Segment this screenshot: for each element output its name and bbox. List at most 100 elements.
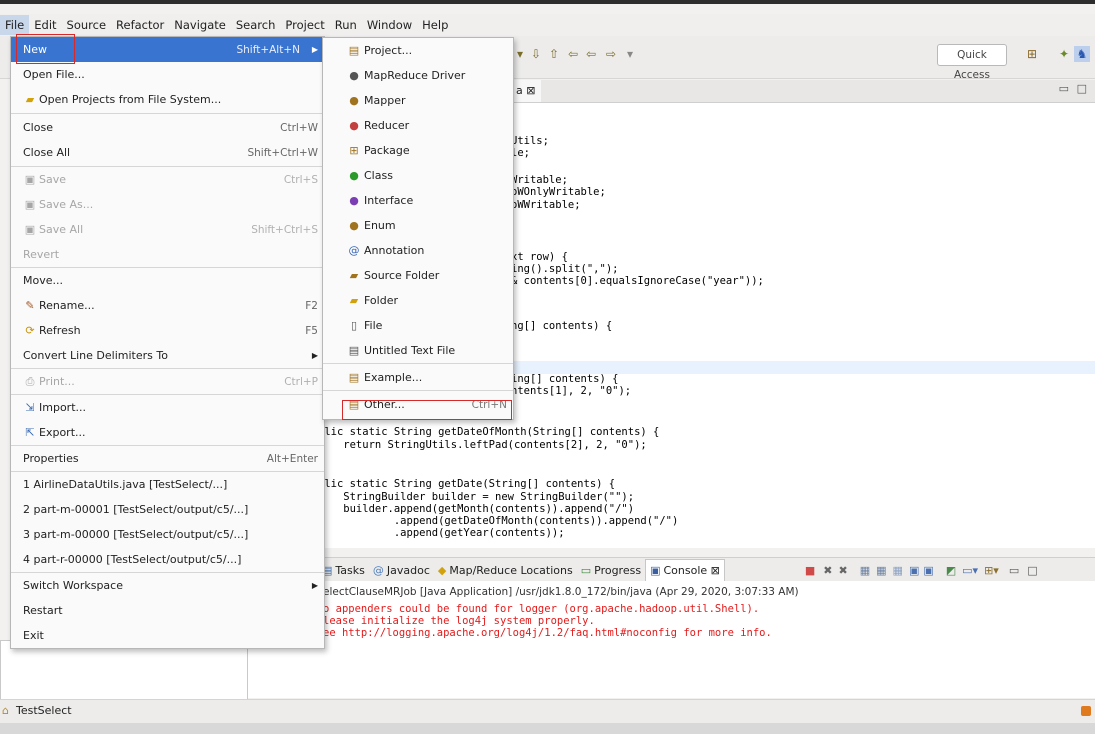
menu-run[interactable]: Run: [330, 15, 362, 35]
tab-tasks[interactable]: ▤ Tasks: [318, 559, 369, 581]
file-menu-properties[interactable]: Properties Alt+Enter: [11, 446, 324, 471]
clear-console-icon[interactable]: ▦: [860, 564, 870, 577]
code-line: Utils;: [511, 135, 549, 147]
file-menu-close[interactable]: Close Ctrl+W: [11, 115, 324, 140]
open-console-icon[interactable]: ⊞▾: [984, 564, 999, 577]
new-untitled-text-file[interactable]: ▤ Untitled Text File: [323, 338, 513, 363]
minimize-icon[interactable]: ▭: [1009, 564, 1019, 577]
new-project[interactable]: ▤ Project...: [323, 38, 513, 63]
new-folder[interactable]: ▰ Folder: [323, 288, 513, 313]
word-wrap-icon[interactable]: ▦: [893, 564, 903, 577]
open-perspective-icon[interactable]: ⊞: [1024, 46, 1040, 62]
menu-item-shortcut: Ctrl+W: [280, 121, 318, 134]
display-console-icon[interactable]: ▭▾: [962, 564, 978, 577]
project-icon: ⌂: [2, 704, 9, 717]
file-menu-restart[interactable]: Restart: [11, 598, 324, 623]
maximize-icon[interactable]: □: [1077, 82, 1087, 95]
quick-access-input[interactable]: Quick Access: [937, 44, 1007, 81]
taskbar: [0, 723, 1095, 734]
file-menu-open-projects[interactable]: ▰ Open Projects from File System...: [11, 87, 324, 112]
menu-item-shortcut: Ctrl+S: [283, 173, 318, 186]
remove-launch-icon[interactable]: ✖: [823, 564, 832, 577]
show-stderr-icon[interactable]: ▣: [923, 564, 933, 577]
tab-javadoc[interactable]: @ Javadoc: [369, 559, 434, 581]
editor-tab[interactable]: a ⊠: [510, 80, 542, 102]
menu-item-label: Move...: [23, 274, 63, 287]
forward-icon[interactable]: ⇨: [603, 46, 619, 62]
file-menu-save-all[interactable]: ▣ Save All Shift+Ctrl+S: [11, 217, 324, 242]
reducer-icon: ●: [349, 119, 359, 132]
menu-navigate[interactable]: Navigate: [169, 15, 231, 35]
folder-icon: ▰: [25, 93, 35, 106]
tab-console[interactable]: ▣ Console ⊠: [645, 558, 725, 582]
back-icon[interactable]: ⇦: [565, 46, 581, 62]
forward-back-icon[interactable]: ⇦: [583, 46, 599, 62]
dropdown-arrow-icon[interactable]: ▾: [622, 46, 638, 62]
file-menu-save-as[interactable]: ▣ Save As...: [11, 192, 324, 217]
recent-file-4[interactable]: 4 part-r-00000 [TestSelect/output/c5/...…: [11, 547, 324, 572]
menu-help[interactable]: Help: [417, 15, 453, 35]
menu-item-label: 4 part-r-00000 [TestSelect/output/c5/...…: [23, 553, 242, 566]
file-menu-save[interactable]: ▣ Save Ctrl+S: [11, 167, 324, 192]
file-menu-refresh[interactable]: ⟳ Refresh F5: [11, 318, 324, 343]
new-interface[interactable]: ● Interface: [323, 188, 513, 213]
menu-item-label: Mapper: [364, 94, 406, 107]
menu-refactor[interactable]: Refactor: [111, 15, 169, 35]
console-output[interactable]: electClauseMRJob [Java Application] /usr…: [247, 581, 1095, 698]
file-menu-move[interactable]: Move...: [11, 268, 324, 293]
java-perspective-icon[interactable]: ✦: [1056, 46, 1072, 62]
menu-source[interactable]: Source: [62, 15, 112, 35]
new-mapreduce-driver[interactable]: ● MapReduce Driver: [323, 63, 513, 88]
new-annotation[interactable]: @ Annotation: [323, 238, 513, 263]
recent-file-2[interactable]: 2 part-m-00001 [TestSelect/output/c5/...…: [11, 497, 324, 522]
new-mapper[interactable]: ● Mapper: [323, 88, 513, 113]
menu-project[interactable]: Project: [280, 15, 329, 35]
menu-item-label: Package: [364, 144, 410, 157]
scroll-lock-icon[interactable]: ▦: [876, 564, 886, 577]
file-menu-switch-workspace[interactable]: Switch Workspace ▶: [11, 573, 324, 598]
new-file[interactable]: ▯ File: [323, 313, 513, 338]
file-menu-revert[interactable]: Revert: [11, 242, 324, 267]
remove-all-icon[interactable]: ✖: [839, 564, 848, 577]
new-enum[interactable]: ● Enum: [323, 213, 513, 238]
new-source-folder[interactable]: ▰ Source Folder: [323, 263, 513, 288]
pin-console-icon[interactable]: ◩: [946, 564, 956, 577]
terminate-icon[interactable]: ■: [805, 564, 815, 577]
minimize-icon[interactable]: ▭: [1059, 82, 1069, 95]
new-example[interactable]: ▤ Example...: [323, 365, 513, 390]
menu-item-label: Properties: [23, 452, 79, 465]
menu-file[interactable]: File: [0, 15, 30, 35]
tab-mapreduce-locations[interactable]: ◆ Map/Reduce Locations: [434, 559, 577, 581]
file-menu-import[interactable]: ⇲ Import...: [11, 395, 324, 420]
new-package[interactable]: ⊞ Package: [323, 138, 513, 163]
mapreduce-perspective-icon[interactable]: ♞: [1074, 46, 1090, 62]
recent-file-1[interactable]: 1 AirlineDataUtils.java [TestSelect/...]: [11, 472, 324, 497]
file-menu-export[interactable]: ⇱ Export...: [11, 420, 324, 445]
show-stdout-icon[interactable]: ▣: [909, 564, 919, 577]
file-menu-print[interactable]: ⎙ Print... Ctrl+P: [11, 369, 324, 394]
code-line: .append(getYear(contents));: [318, 527, 565, 539]
file-menu-open-file[interactable]: Open File...: [11, 62, 324, 87]
menu-window[interactable]: Window: [362, 15, 417, 35]
enum-icon: ●: [349, 219, 359, 232]
dropdown-arrow-icon[interactable]: ▾: [512, 46, 528, 62]
menu-item-label: Convert Line Delimiters To: [23, 349, 168, 362]
prev-annotation-icon[interactable]: ⇧: [546, 46, 562, 62]
file-menu-close-all[interactable]: Close All Shift+Ctrl+W: [11, 140, 324, 165]
file-menu-rename[interactable]: ✎ Rename... F2: [11, 293, 324, 318]
file-menu-new[interactable]: New Shift+Alt+N ▶: [11, 34, 324, 64]
menu-search[interactable]: Search: [231, 15, 281, 35]
new-class[interactable]: ● Class: [323, 163, 513, 188]
menu-edit[interactable]: Edit: [29, 15, 61, 35]
new-reducer[interactable]: ● Reducer: [323, 113, 513, 138]
import-icon: ⇲: [25, 401, 35, 414]
tab-progress[interactable]: ▭ Progress: [577, 559, 645, 581]
rss-icon[interactable]: [1081, 706, 1091, 716]
code-line: ing[] contents) {: [511, 373, 619, 385]
recent-file-3[interactable]: 3 part-m-00000 [TestSelect/output/c5/...…: [11, 522, 324, 547]
file-menu-convert-line-delimiters[interactable]: Convert Line Delimiters To ▶: [11, 343, 324, 368]
next-annotation-icon[interactable]: ⇩: [528, 46, 544, 62]
code-line: oWWritable;: [511, 199, 581, 211]
maximize-icon[interactable]: □: [1027, 564, 1037, 577]
file-menu-exit[interactable]: Exit: [11, 623, 324, 648]
